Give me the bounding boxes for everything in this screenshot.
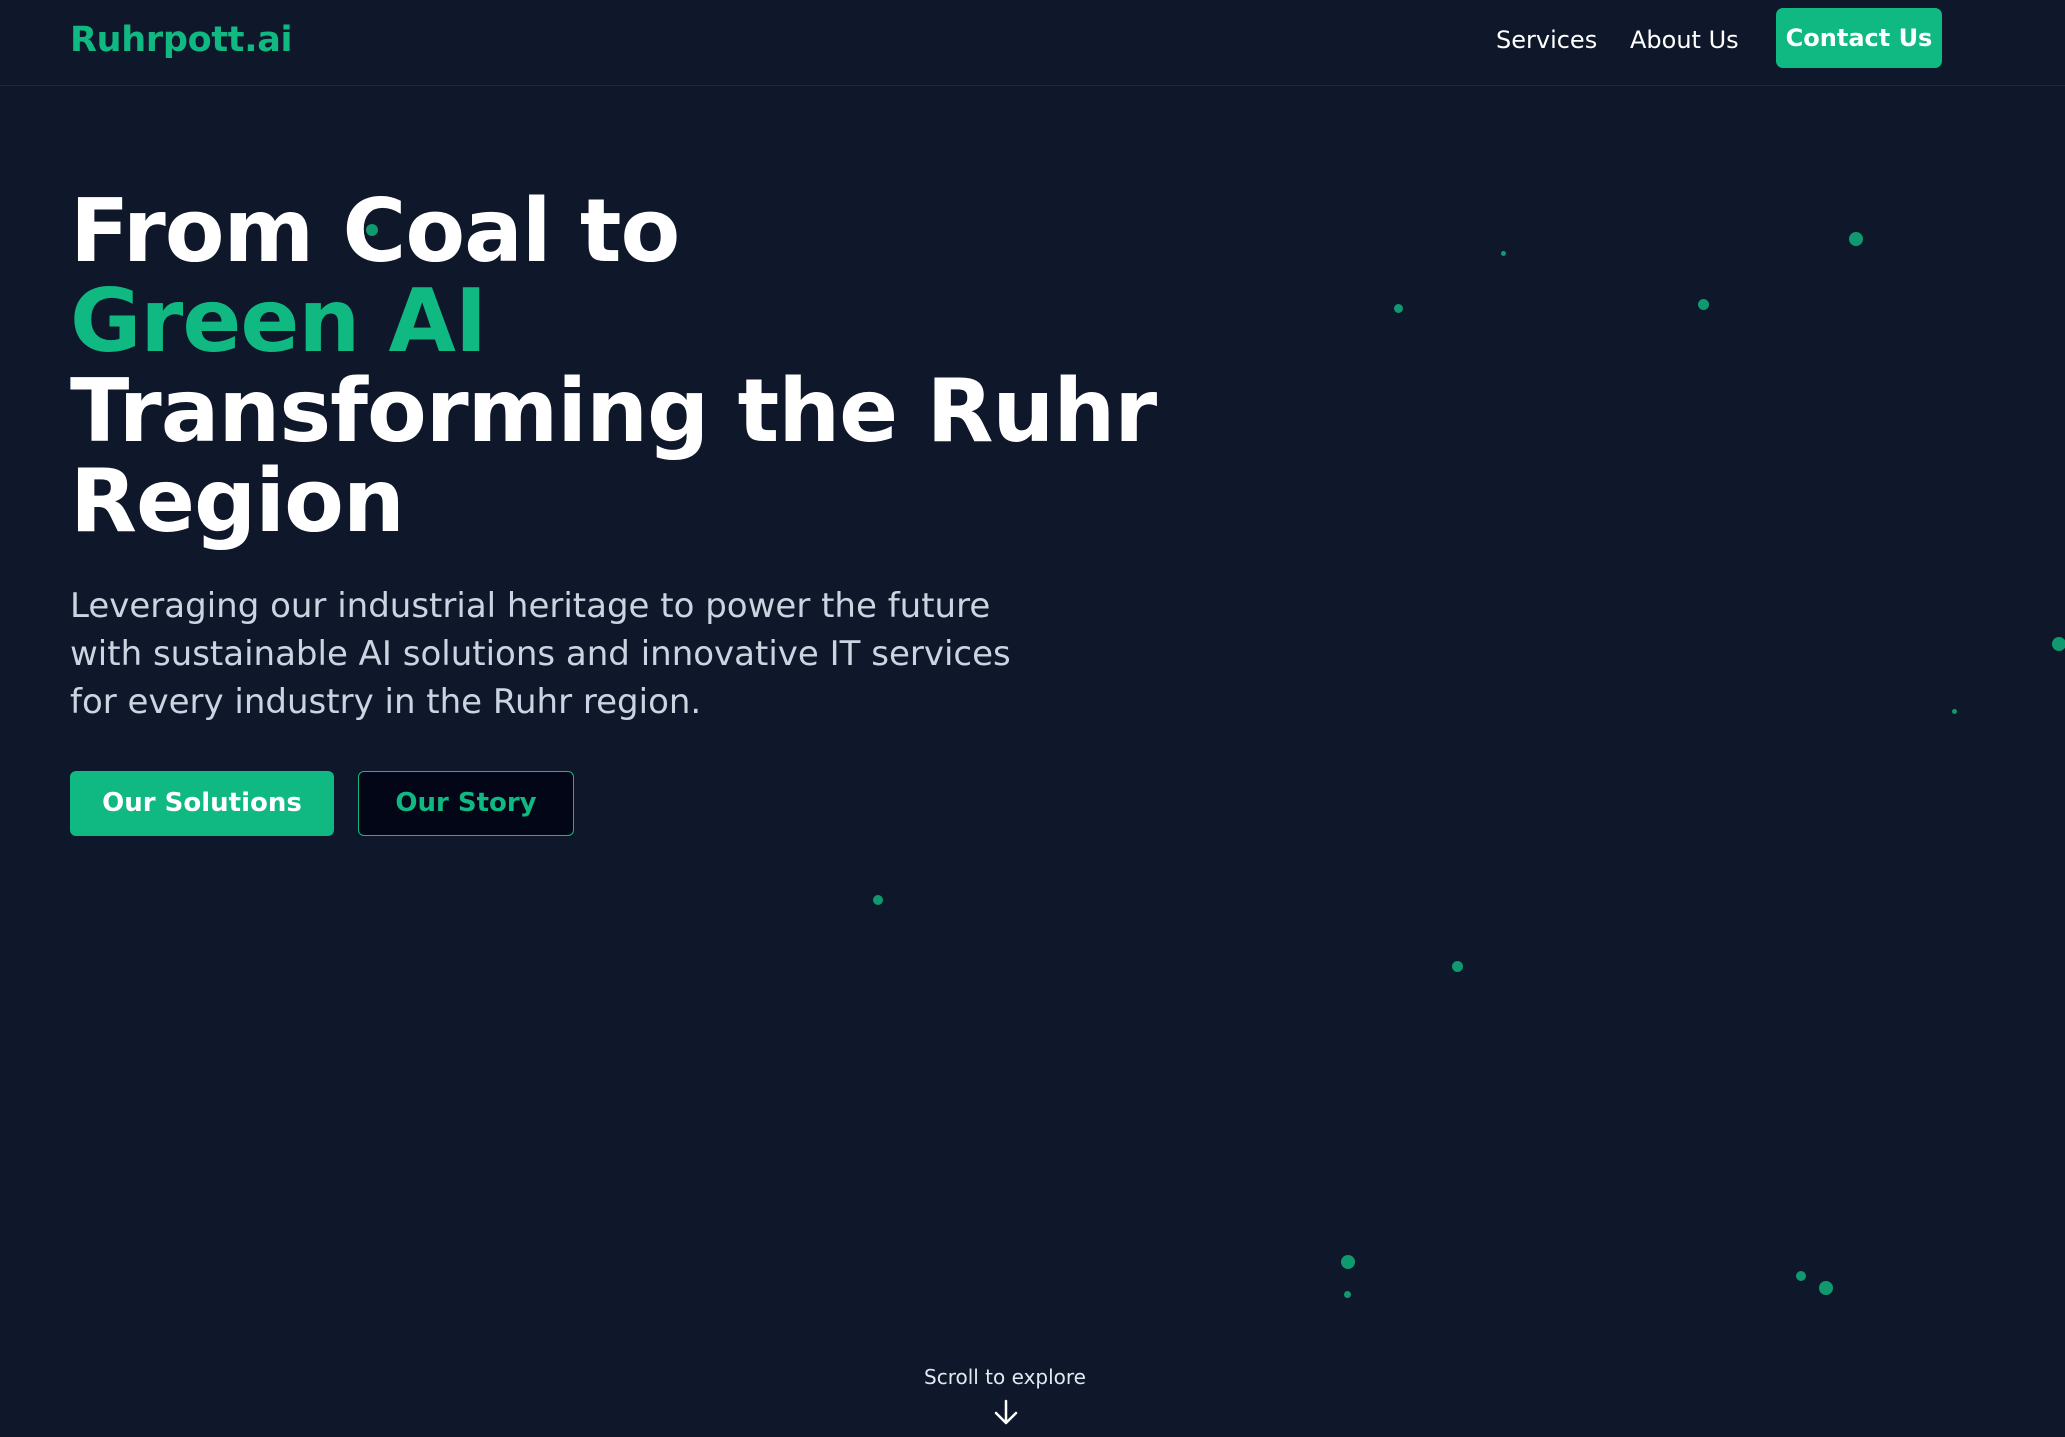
decorative-particle [1796, 1271, 1806, 1281]
decorative-particle [873, 895, 883, 905]
decorative-particle [1344, 1291, 1351, 1298]
decorative-particle [1501, 251, 1506, 256]
our-solutions-button[interactable]: Our Solutions [70, 771, 334, 836]
hero-subtitle: Leveraging our industrial heritage to po… [70, 586, 1011, 722]
decorative-particle [1341, 1255, 1355, 1269]
decorative-particle [1452, 961, 1463, 972]
hero-title-line: From Coal to [70, 180, 680, 282]
decorative-particle [1394, 304, 1403, 313]
our-story-button[interactable]: Our Story [358, 771, 574, 836]
decorative-particle [2052, 637, 2065, 651]
decorative-particle [1698, 299, 1709, 310]
hero-title: From Coal to Green AI Transforming the R… [70, 180, 1157, 552]
hero-title-highlight: Green AI [70, 270, 487, 372]
nav-link-services[interactable]: Services [1496, 20, 1597, 60]
scroll-hint-label: Scroll to explore [924, 1365, 1086, 1389]
contact-us-button[interactable]: Contact Us [1776, 8, 1942, 68]
hero-title-line: Region [70, 450, 405, 552]
hero-title-line: Transforming the Ruhr [70, 360, 1157, 462]
brand-logo[interactable]: Ruhrpott.ai [70, 18, 293, 62]
decorative-particle [1952, 709, 1957, 714]
decorative-particle [1849, 232, 1863, 246]
landing-page: Ruhrpott.ai Services About Us Contact Us… [0, 0, 2065, 1437]
site-header: Ruhrpott.ai Services About Us Contact Us [0, 0, 2065, 86]
nav-link-about-us[interactable]: About Us [1630, 20, 1739, 60]
arrow-down-icon[interactable] [991, 1397, 1021, 1427]
decorative-particle [1819, 1281, 1833, 1295]
